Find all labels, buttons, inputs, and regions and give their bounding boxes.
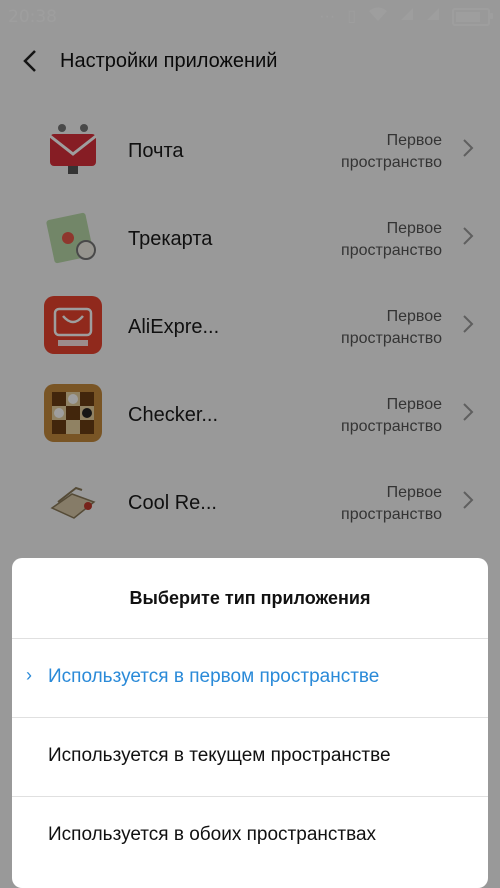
option-label: Используется в первом пространстве bbox=[48, 666, 380, 687]
option-both-spaces[interactable]: Используется в обоих пространствах bbox=[12, 797, 488, 875]
check-chevron-icon: › bbox=[26, 665, 32, 685]
sheet-title: Выберите тип приложения bbox=[129, 588, 371, 608]
app-type-sheet: Выберите тип приложения › Используется в… bbox=[12, 558, 488, 888]
option-label: Используется в текущем пространстве bbox=[48, 745, 391, 766]
option-first-space[interactable]: › Используется в первом пространстве bbox=[12, 639, 488, 717]
option-label: Используется в обоих пространствах bbox=[48, 824, 377, 845]
option-current-space[interactable]: Используется в текущем пространстве bbox=[12, 718, 488, 796]
